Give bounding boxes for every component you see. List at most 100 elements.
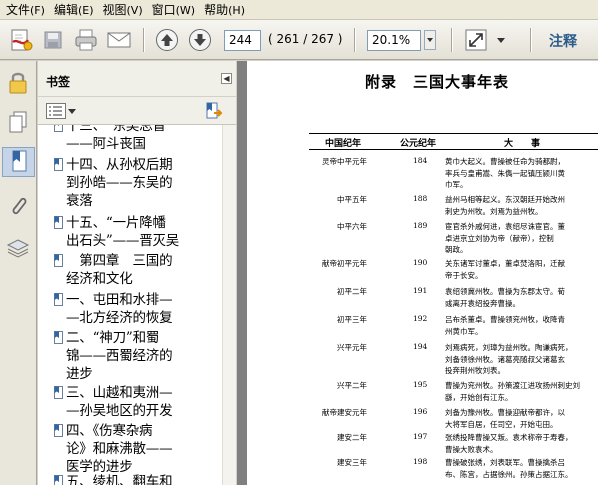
event-cell: 关东诸军讨董卓，董卓焚洛阳，迁献 帝于长安。 — [445, 259, 565, 280]
era-cell: 献帝建安元年 — [322, 408, 367, 417]
event-cell: 张绣投降曹操又叛。袁术称帝于寿春， 曹操大败袁术。 — [445, 433, 573, 454]
security-button[interactable] — [3, 67, 33, 97]
lock-icon — [9, 72, 27, 94]
paperclip-icon — [12, 197, 27, 215]
email-button[interactable] — [104, 26, 134, 54]
menu-window[interactable]: 窗口(W) — [148, 0, 200, 20]
print-icon — [75, 29, 97, 51]
pages-button[interactable] — [3, 107, 33, 137]
year-cell: 197 — [413, 432, 428, 441]
era-cell: 兴平元年 — [337, 343, 367, 352]
menu-edit[interactable]: 编辑(E) — [50, 0, 99, 20]
table-top-rule — [309, 133, 598, 134]
bookmark-page-icon — [54, 331, 63, 344]
bookmark-page-icon — [54, 293, 63, 306]
bookmark-list: 十三、“东吴总督” ——阿斗丧国 十四、从孙权后期 到孙皓——东吴的 衰落 十五… — [38, 125, 222, 485]
fit-page-button[interactable] — [462, 26, 490, 54]
era-cell: 兴平二年 — [337, 381, 367, 390]
create-pdf-button[interactable] — [6, 26, 36, 54]
fit-options-dropdown[interactable] — [494, 26, 508, 54]
chevron-left-icon: ◀ — [223, 74, 230, 83]
bookmark-page-icon — [54, 125, 63, 132]
create-pdf-icon — [11, 29, 33, 51]
toolbar-separator — [451, 28, 453, 52]
bookmark-item[interactable]: 一、屯田和水排— —北方经济的恢复 — [54, 291, 222, 327]
era-cell: 建安三年 — [337, 458, 367, 467]
year-cell: 194 — [413, 342, 428, 351]
chevron-down-icon — [68, 109, 76, 114]
event-cell: 吕布杀董卓。曹操领兖州牧，收降青 州黄巾军。 — [445, 315, 565, 336]
toolbar: 244 ( 261 / 267 ) 20.1% 注释 — [0, 20, 598, 60]
bookmark-page-icon — [54, 424, 63, 437]
layers-icon — [6, 239, 30, 258]
column-header-year: 公元纪年 — [400, 139, 437, 149]
bookmark-page-icon — [54, 158, 63, 171]
bookmark-page-icon — [54, 216, 63, 229]
bookmark-item[interactable]: 三、山越和夷洲— —孙吴地区的开发 — [54, 384, 222, 420]
page-title: 附录 三国大事年表 — [365, 73, 510, 91]
year-cell: 196 — [413, 407, 428, 416]
navigation-rail — [0, 61, 37, 485]
year-cell: 192 — [413, 314, 428, 323]
event-cell: 曹操破张绣，刘表联军。曹操擒杀吕 布、陈宫，占据徐州。孙策占据江东。 — [445, 458, 573, 479]
bookmark-item[interactable]: 五、绫机、翻车和 指南车 — [54, 473, 222, 485]
bookmarks-button[interactable] — [2, 147, 35, 177]
event-cell: 刘备为豫州牧。曹操迎献帝都许，以 大将军自居，任司空，开始屯田。 — [445, 408, 565, 429]
previous-page-button[interactable] — [153, 26, 181, 54]
bookmarks-scrollbar[interactable] — [222, 125, 236, 485]
era-cell: 献帝初平元年 — [322, 259, 367, 268]
year-cell: 191 — [413, 286, 428, 295]
column-header-era: 中国纪年 — [325, 139, 362, 149]
bookmark-item[interactable]: 四、《伤寒杂病 论》和麻沸散—— 医学的进步 — [54, 422, 222, 476]
page-number-input[interactable]: 244 — [224, 30, 261, 51]
event-cell: 袁绍领冀州牧。曹操为东郡太守。荀 彧离开袁绍投奔曹操。 — [445, 287, 565, 308]
era-cell: 中平五年 — [337, 195, 367, 204]
column-header-event: 大 事 — [504, 139, 541, 149]
bookmark-label: 十四、从孙权后期 到孙皓——东吴的 衰落 — [66, 157, 173, 209]
email-icon — [107, 32, 131, 48]
bookmark-item[interactable]: 十三、“东吴总督” ——阿斗丧国 — [54, 125, 222, 153]
era-cell: 初平三年 — [337, 315, 367, 324]
bookmark-label: 十五、“一片降幡 出石头”——晋灭吴 — [66, 215, 180, 249]
zoom-dropdown[interactable] — [422, 26, 438, 54]
menu-bar: 文件(F) 编辑(E) 视图(V) 窗口(W) 帮助(H) — [0, 0, 598, 20]
collapse-panel-button[interactable]: ◀ — [221, 73, 232, 84]
year-cell: 195 — [413, 380, 428, 389]
bookmark-label: 五、绫机、翻车和 指南车 — [66, 474, 173, 485]
era-cell: 中平六年 — [337, 222, 367, 231]
bookmark-options-button[interactable] — [46, 102, 76, 120]
pages-icon — [9, 111, 27, 133]
bookmark-item[interactable]: 二、“神刀”和蜀 锦——西蜀经济的 进步 — [54, 329, 222, 383]
save-button[interactable] — [40, 26, 66, 54]
bookmark-label: 二、“神刀”和蜀 锦——西蜀经济的 进步 — [66, 330, 173, 382]
year-cell: 184 — [413, 156, 428, 165]
bookmarks-panel-header: 书签 ◀ — [38, 61, 236, 97]
layers-button[interactable] — [3, 233, 33, 263]
bookmark-item[interactable]: 十四、从孙权后期 到孙皓——东吴的 衰落 — [54, 156, 222, 210]
expand-bookmark-button[interactable] — [204, 101, 224, 121]
event-cell: 益州马相等起义。东汉朝廷开始改州 刺史为州牧。刘焉为益州牧。 — [445, 195, 565, 216]
document-page: 附录 三国大事年表 中国纪年 公元纪年 大 事 灵帝中平元年 184 黄巾大起义… — [247, 61, 598, 485]
menu-help[interactable]: 帮助(H) — [200, 0, 250, 20]
table-header-rule — [309, 149, 598, 150]
event-cell: 刘焉病死，刘璋为益州牧。陶谦病死， 刘备领徐州牧。诸葛亮随叔父诸葛玄 投奔荆州牧… — [445, 343, 573, 375]
arrow-down-icon — [189, 29, 211, 51]
arrow-up-icon — [156, 29, 178, 51]
event-cell: 宦官杀外戚何进，袁绍尽诛宦官。董 卓进京立刘协为帝（献帝），控制 朝政。 — [445, 222, 565, 254]
bookmarks-panel: 书签 ◀ 十三、“东吴总督” ——阿斗丧国 十四、从孙权后期 到孙皓——东吴的 … — [38, 61, 236, 485]
next-page-button[interactable] — [186, 26, 214, 54]
bookmark-item[interactable]: 十五、“一片降幡 出石头”——晋灭吴 — [54, 214, 222, 250]
comment-button[interactable]: 注释 — [549, 31, 577, 51]
print-button[interactable] — [72, 26, 100, 54]
bookmark-item[interactable]: 第四章 三国的 经济和文化 — [54, 252, 222, 288]
bookmark-icon — [12, 150, 26, 172]
bookmarks-toolbar — [38, 97, 236, 125]
bookmark-label: 一、屯田和水排— —北方经济的恢复 — [66, 292, 173, 326]
attachments-button[interactable] — [3, 191, 33, 221]
era-cell: 灵帝中平元年 — [322, 157, 367, 166]
resize-icon — [465, 29, 487, 51]
toolbar-separator — [530, 28, 532, 52]
zoom-input[interactable]: 20.1% — [367, 30, 421, 51]
menu-file[interactable]: 文件(F) — [2, 0, 50, 20]
menu-view[interactable]: 视图(V) — [99, 0, 148, 20]
